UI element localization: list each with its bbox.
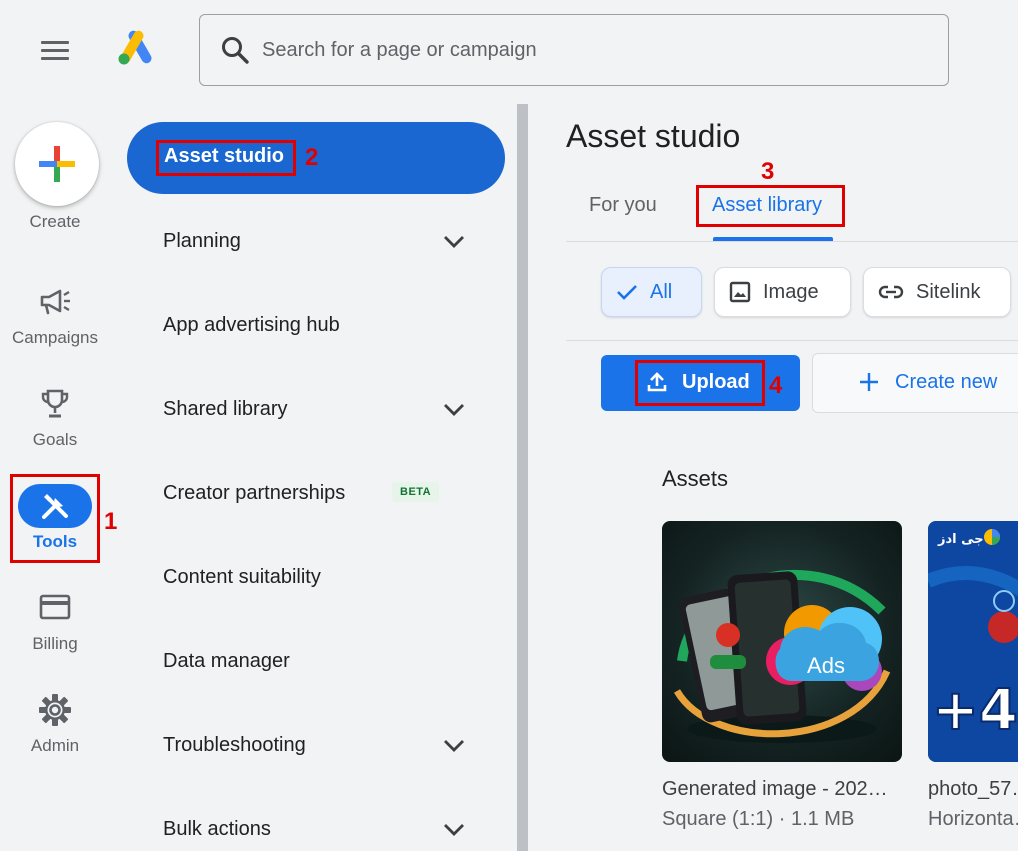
- nav-item-content-suitability[interactable]: Content suitability: [163, 566, 321, 589]
- asset-card-2-image-number: +40: [932, 678, 1018, 743]
- asset-card-2-subtitle: Horizonta…: [928, 808, 1018, 830]
- filter-chip-all[interactable]: All: [601, 267, 702, 317]
- megaphone-icon: [40, 289, 70, 315]
- trophy-icon: [41, 389, 69, 418]
- chevron-down-icon[interactable]: [443, 403, 465, 417]
- hamburger-icon: [41, 41, 69, 44]
- nav-item-app-advertising-hub[interactable]: App advertising hub: [163, 314, 340, 337]
- annotation-box-tools: [10, 474, 100, 563]
- create-button[interactable]: [15, 122, 99, 206]
- google-ads-logo[interactable]: [116, 30, 156, 66]
- nav-item-data-manager[interactable]: Data manager: [163, 650, 290, 673]
- beta-badge: BETA: [392, 482, 440, 502]
- link-icon: [878, 285, 904, 299]
- rail-label-billing: Billing: [32, 634, 78, 653]
- page-title: Asset studio: [566, 118, 741, 154]
- search-input[interactable]: [262, 38, 862, 62]
- filter-label-sitelink: Sitelink: [916, 280, 981, 303]
- chevron-down-icon[interactable]: [443, 739, 465, 753]
- asset-card-1-thumbnail[interactable]: Ads: [662, 521, 902, 762]
- nav-item-shared-library[interactable]: Shared library: [163, 398, 288, 421]
- main-menu-button[interactable]: [38, 36, 72, 66]
- annotation-box-asset-studio: [156, 140, 296, 176]
- create-new-label: Create new: [895, 371, 998, 393]
- annotation-number-4: 4: [769, 372, 783, 399]
- search-icon: [222, 37, 249, 64]
- create-label: Create: [29, 212, 81, 231]
- panel-divider-scrollbar[interactable]: [517, 104, 528, 851]
- plus-icon: [39, 146, 75, 182]
- nav-item-creator-partnerships[interactable]: Creator partnerships: [163, 482, 345, 505]
- chevron-down-icon[interactable]: [443, 235, 465, 249]
- assets-heading: Assets: [662, 466, 729, 491]
- filters-divider: [566, 340, 1018, 341]
- asset-card-2-thumbnail[interactable]: جی ادز +40: [928, 521, 1018, 762]
- asset-card-1-image-text: Ads: [807, 653, 845, 678]
- annotation-box-upload: [635, 360, 765, 406]
- rail-label-goals: Goals: [32, 430, 78, 449]
- nav-item-troubleshooting[interactable]: Troubleshooting: [163, 734, 306, 757]
- filter-chip-sitelink[interactable]: Sitelink: [863, 267, 1011, 317]
- asset-card-1-subtitle: Square (1:1) · 1.1 MB: [662, 808, 855, 830]
- image-icon: [729, 281, 751, 303]
- rail-label-admin: Admin: [30, 736, 80, 755]
- search-bar[interactable]: [199, 14, 949, 86]
- asset-card-2-title[interactable]: photo_57…: [928, 778, 1018, 801]
- nav-item-planning[interactable]: Planning: [163, 230, 241, 253]
- plus-icon: [860, 373, 878, 391]
- gear-icon: [39, 694, 71, 726]
- rail-label-campaigns: Campaigns: [12, 328, 98, 347]
- filter-chip-image[interactable]: Image: [714, 267, 851, 317]
- annotation-box-asset-library: [696, 185, 845, 227]
- tabs-divider: [566, 241, 1018, 242]
- annotation-number-2: 2: [305, 144, 319, 171]
- filter-label-image: Image: [763, 280, 819, 303]
- tab-for-you[interactable]: For you: [589, 194, 657, 217]
- asset-card-1-title[interactable]: Generated image - 202…: [662, 778, 888, 801]
- annotation-number-3: 3: [761, 158, 775, 185]
- chevron-down-icon[interactable]: [443, 823, 465, 837]
- asset-card-2-image-text: جی ادز: [937, 532, 984, 547]
- filter-label-all: All: [650, 280, 673, 303]
- annotation-number-1: 1: [104, 508, 118, 535]
- checkmark-icon: [617, 285, 637, 300]
- credit-card-icon: [39, 594, 71, 620]
- nav-item-bulk-actions[interactable]: Bulk actions: [163, 818, 271, 841]
